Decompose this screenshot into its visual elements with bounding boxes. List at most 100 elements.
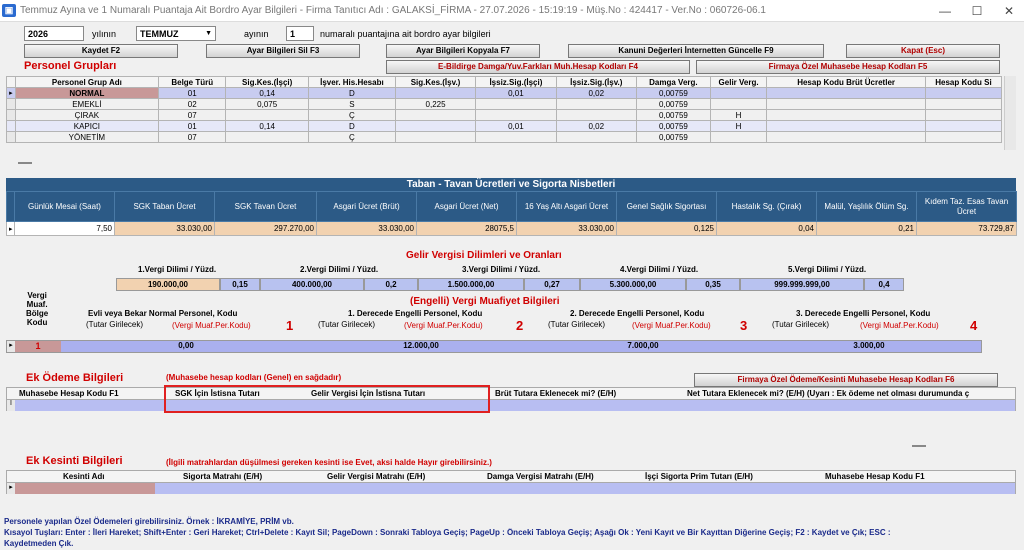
maximize-button[interactable]: ☐	[962, 0, 992, 22]
table-cell[interactable]: 0,04	[716, 221, 817, 236]
table-cell[interactable]: 33.030,00	[316, 221, 417, 236]
bracket-rate-1[interactable]: 0,15	[220, 278, 260, 291]
table-cell[interactable]: 01	[158, 120, 227, 132]
table-cell[interactable]	[555, 131, 637, 143]
col-header[interactable]: Sig.Kes.(İşçi)	[225, 76, 309, 88]
table-cell[interactable]: Ç	[307, 131, 396, 143]
table-cell[interactable]: 28075,5	[416, 221, 517, 236]
table-cell[interactable]: 01	[158, 87, 227, 99]
table-cell[interactable]: 0,02	[555, 87, 637, 99]
col-header[interactable]: Belge Türü	[158, 76, 227, 88]
muaf-value-1[interactable]: 0,00	[61, 341, 311, 352]
firm-accounts-button[interactable]: Firmaya Özel Muhasebe Hesap Kodları F5	[696, 60, 1000, 74]
bracket-amount-3[interactable]: 1.500.000,00	[418, 278, 524, 291]
bracket-rate-4[interactable]: 0,35	[686, 278, 740, 291]
table-row[interactable]: YÖNETİM 07 Ç 0,00759	[6, 131, 1003, 143]
table-cell[interactable]: 0,14	[225, 87, 309, 99]
copy-settings-button[interactable]: Ayar Bilgileri Kopyala F7	[386, 44, 540, 58]
table-cell[interactable]: 07	[158, 109, 227, 121]
table-cell[interactable]	[475, 98, 557, 110]
table-cell[interactable]	[924, 120, 1003, 132]
puantaj-input[interactable]: 1	[286, 26, 314, 41]
col-header[interactable]: Kıdem Taz. Esas Tavan Ücret	[916, 191, 1017, 222]
col-header[interactable]: 16 Yaş Altı Asgari Ücret	[516, 191, 617, 222]
table-cell[interactable]	[394, 109, 477, 121]
table-cell[interactable]	[394, 131, 477, 143]
table-cell[interactable]	[766, 131, 926, 143]
table-cell[interactable]: 0,225	[394, 98, 477, 110]
col-header[interactable]: İşsiz.Sig.(İşçi)	[475, 76, 557, 88]
bracket-amount-5[interactable]: 999.999.999,00	[740, 278, 864, 291]
table-cell[interactable]	[475, 131, 557, 143]
table-cell[interactable]: 0,14	[225, 120, 309, 132]
close-window-button[interactable]: ✕	[994, 0, 1024, 22]
table-cell[interactable]	[766, 87, 926, 99]
personel-scrollbar[interactable]	[1004, 76, 1016, 150]
firm-payment-accounts-button[interactable]: Firmaya Özel Ödeme/Kesinti Muhasebe Hesa…	[694, 373, 998, 387]
muaf-value-3[interactable]: 7.000,00	[531, 341, 755, 352]
muaf-value-4[interactable]: 3.000,00	[755, 341, 983, 352]
table-cell[interactable]: 02	[158, 98, 227, 110]
muaf-value-2[interactable]: 12.000,00	[311, 341, 531, 352]
table-cell[interactable]	[555, 98, 637, 110]
col-header[interactable]: SGK Taban Ücret	[114, 191, 215, 222]
table-cell[interactable]: KAPICI	[14, 120, 160, 132]
bracket-rate-3[interactable]: 0,27	[524, 278, 580, 291]
table-cell[interactable]	[766, 109, 926, 121]
table-cell[interactable]: H	[709, 109, 768, 121]
table-cell[interactable]	[924, 109, 1003, 121]
col-header[interactable]: Brüt Tutara Eklenecek mi? (E/H)	[495, 389, 616, 398]
table-cell[interactable]: 0,02	[555, 120, 637, 132]
table-row[interactable]: ▸	[7, 483, 1015, 494]
col-header[interactable]: Muhasebe Hesap Kodu F1	[19, 389, 119, 398]
table-cell[interactable]: D	[307, 87, 396, 99]
table-cell[interactable]	[394, 120, 477, 132]
table-cell[interactable]: 0,01	[475, 87, 557, 99]
table-cell[interactable]: D	[307, 120, 396, 132]
table-row[interactable]: I	[7, 400, 1015, 411]
col-header[interactable]: SGK Tavan Ücret	[214, 191, 317, 222]
bracket-rate-2[interactable]: 0,2	[364, 278, 418, 291]
col-header[interactable]: İşsiz.Sig.(İşv.)	[555, 76, 637, 88]
col-header[interactable]: Muhasebe Hesap Kodu F1	[825, 472, 925, 481]
save-button[interactable]: Kaydet F2	[24, 44, 178, 58]
table-cell[interactable]: NORMAL	[14, 87, 160, 99]
bracket-amount-1[interactable]: 190.000,00	[116, 278, 220, 291]
bracket-amount-2[interactable]: 400.000,00	[260, 278, 364, 291]
col-header[interactable]: Malül, Yaşlılık Ölüm Sg.	[816, 191, 917, 222]
col-header[interactable]: Hesap Kodu Si	[924, 76, 1003, 88]
table-cell[interactable]: 33.030,00	[114, 221, 215, 236]
col-header[interactable]: Sigorta Matrahı (E/H)	[183, 472, 262, 481]
table-cell[interactable]: 73.729,87	[916, 221, 1017, 236]
table-cell[interactable]: ÇIRAK	[14, 109, 160, 121]
table-cell[interactable]	[766, 98, 926, 110]
table-cell[interactable]	[555, 109, 637, 121]
splitter-handle[interactable]	[912, 445, 926, 447]
table-cell[interactable]: 0,125	[616, 221, 717, 236]
minimize-button[interactable]: —	[930, 0, 960, 22]
table-cell[interactable]: 297.270,00	[214, 221, 317, 236]
table-cell[interactable]	[766, 120, 926, 132]
col-header[interactable]: İşver. His.Hesabı	[307, 76, 396, 88]
table-cell[interactable]: 0,00759	[635, 87, 711, 99]
year-input[interactable]: 2026	[24, 26, 84, 41]
table-row[interactable]: ▸ 7,50 33.030,00 297.270,00 33.030,00 28…	[6, 221, 1017, 236]
table-cell[interactable]	[709, 87, 768, 99]
table-cell[interactable]	[475, 109, 557, 121]
col-header[interactable]: Damga Verg.	[635, 76, 711, 88]
edm-accounts-button[interactable]: E-Bildirge Damga/Yuv.Farkları Muh.Hesap …	[386, 60, 690, 74]
update-online-button[interactable]: Kanuni Değerleri İnternetten Güncelle F9	[568, 44, 824, 58]
col-header[interactable]: Asgari Ücret (Brüt)	[316, 191, 417, 222]
table-cell[interactable]	[225, 131, 309, 143]
table-cell[interactable]: 0,01	[475, 120, 557, 132]
col-header[interactable]: İşçi Sigorta Prim Tutarı (E/H)	[645, 472, 753, 481]
table-cell[interactable]: H	[709, 120, 768, 132]
month-select[interactable]: TEMMUZ ▼	[136, 26, 216, 41]
table-cell[interactable]: 0,00759	[635, 131, 711, 143]
col-header[interactable]: Gelir Vergisi Matrahı (E/H)	[327, 472, 425, 481]
col-header[interactable]: Gelir Verg.	[709, 76, 768, 88]
table-cell[interactable]: S	[307, 98, 396, 110]
col-header[interactable]: Hesap Kodu Brüt Ücretler	[766, 76, 926, 88]
table-cell[interactable]	[709, 98, 768, 110]
bracket-amount-4[interactable]: 5.300.000,00	[580, 278, 686, 291]
